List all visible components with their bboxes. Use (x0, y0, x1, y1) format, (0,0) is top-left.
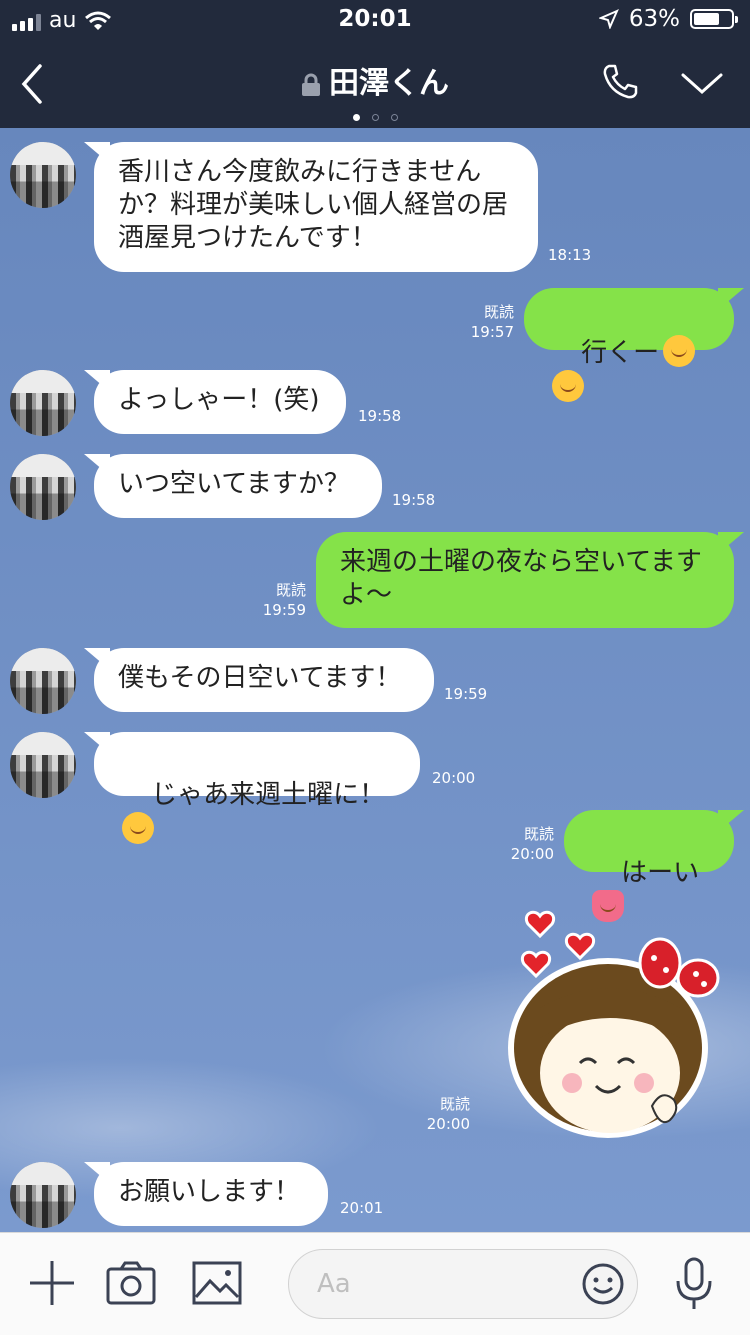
chat-title-text: 田澤くん (329, 66, 449, 101)
incoming-message[interactable]: 香川さん今度飲みに行きません か？料理が美味しい個人経営の居 酒屋見つけたんです… (94, 142, 538, 272)
chat-header: 田澤くん (0, 40, 750, 128)
page-indicator (0, 106, 750, 125)
page-dot (352, 114, 360, 121)
location-arrow-icon (598, 9, 619, 29)
message-text: 行くー (581, 338, 660, 368)
avatar[interactable] (10, 732, 76, 798)
phone-icon[interactable] (600, 62, 640, 102)
battery-percent: 63% (628, 6, 680, 32)
message-time: 19:59 (444, 685, 488, 703)
lock-icon (302, 73, 320, 96)
incoming-message[interactable]: 僕もその日空いてます！ (94, 648, 434, 712)
message-time: 19:58 (358, 407, 402, 425)
message-time: 18:13 (548, 246, 592, 264)
plus-icon[interactable] (28, 1259, 76, 1307)
incoming-message[interactable]: じゃあ来週土曜に！ (94, 732, 420, 844)
battery-icon (690, 9, 738, 29)
smiley-icon[interactable] (581, 1262, 625, 1306)
status-right: 63% (598, 6, 738, 32)
microphone-icon[interactable] (674, 1257, 714, 1311)
composer-bar (0, 1232, 750, 1335)
message-time: 19:57 (470, 323, 514, 341)
smile-emoji-icon (552, 370, 584, 402)
incoming-message[interactable]: よっしゃー！(笑) (94, 370, 346, 434)
avatar[interactable] (10, 648, 76, 714)
status-bar: au 20:01 63% (0, 0, 750, 40)
message-time: 20:00 (426, 1115, 470, 1133)
message-input[interactable] (315, 1268, 569, 1300)
message-time: 19:58 (392, 491, 436, 509)
message-time: 19:59 (262, 601, 306, 619)
read-receipt: 既読 (275, 581, 306, 599)
avatar[interactable] (10, 142, 76, 208)
chat-area[interactable]: 香川さん今度飲みに行きません か？料理が美味しい個人経営の居 酒屋見つけたんです… (0, 128, 750, 1232)
message-time: 20:01 (340, 1199, 384, 1217)
incoming-message[interactable]: お願いします！ (94, 1162, 328, 1226)
camera-icon[interactable] (106, 1259, 156, 1307)
message-text: はーい (621, 858, 700, 888)
laughing-emoji-icon (122, 812, 154, 844)
image-icon[interactable] (192, 1259, 242, 1307)
message-text: じゃあ来週土曜に！ (151, 780, 386, 810)
smile-emoji-icon (663, 335, 696, 367)
outgoing-message[interactable]: 来週の土曜の夜なら空いてます よ〜 (316, 532, 734, 628)
avatar[interactable] (10, 1162, 76, 1228)
message-time: 20:00 (510, 845, 554, 863)
page-dot (371, 114, 379, 121)
outgoing-message[interactable]: はーい (564, 810, 734, 922)
chevron-down-icon[interactable] (680, 70, 724, 98)
outgoing-message[interactable]: 行くー (524, 288, 734, 402)
girl-with-hearts-sticker-icon[interactable] (500, 898, 730, 1138)
read-receipt: 既読 (483, 303, 514, 321)
incoming-message[interactable]: いつ空いてますか？ (94, 454, 382, 518)
avatar[interactable] (10, 370, 76, 436)
read-receipt: 既読 (523, 825, 554, 843)
page-dot (390, 114, 398, 121)
message-input-box[interactable] (288, 1249, 638, 1319)
message-time: 20:00 (432, 769, 476, 787)
avatar[interactable] (10, 454, 76, 520)
read-receipt: 既読 (439, 1095, 470, 1113)
